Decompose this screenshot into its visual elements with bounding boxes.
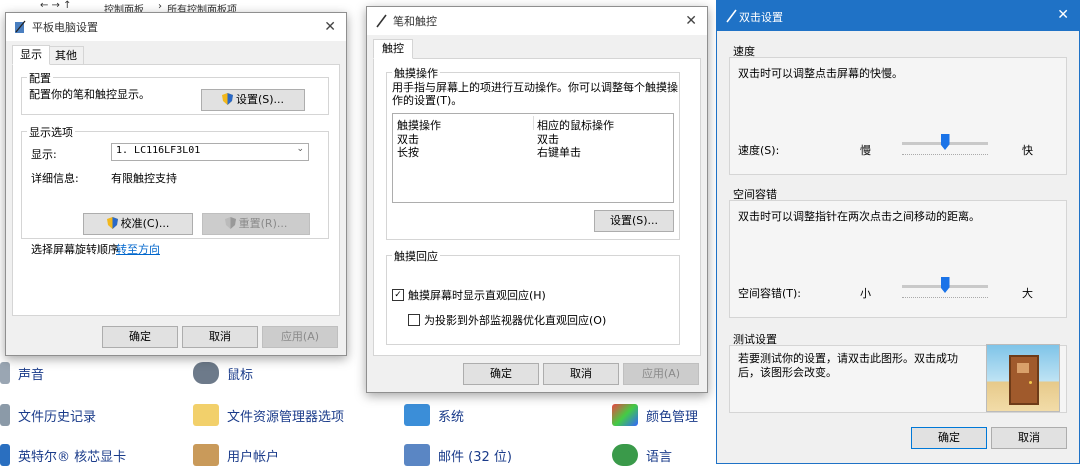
speed-slider[interactable]: [902, 130, 988, 158]
shield-icon: [106, 217, 118, 229]
display-options-label: 显示选项: [27, 124, 75, 140]
shield-icon: [221, 93, 233, 105]
pen-icon: [726, 9, 737, 23]
door-icon: [1009, 355, 1039, 405]
file-history-icon: [0, 404, 10, 426]
space-desc: 双击时可以调整指针在两次点击之间移动的距离。: [738, 210, 980, 223]
close-icon[interactable]: ✕: [1057, 7, 1069, 23]
cp-item-sound[interactable]: 声音: [0, 362, 44, 384]
dialog-title: 双击设置: [739, 11, 783, 24]
external-monitor-checkbox-row[interactable]: 为投影到外部监视器优化直观回应(O): [408, 312, 606, 328]
rotation-link[interactable]: 转至方向: [116, 241, 160, 257]
space-section: 双击时可以调整指针在两次点击之间移动的距离。 空间容错(T): 小 大: [729, 200, 1067, 318]
test-desc: 若要测试你的设置，请双击此图形。双击成功后，该图形会改变。: [738, 352, 958, 379]
dialog-title: 平板电脑设置: [32, 21, 98, 34]
cp-item-color-management[interactable]: 颜色管理: [612, 404, 698, 426]
display-select[interactable]: 1. LC116LF3L01 ⌄: [111, 143, 309, 161]
space-slider[interactable]: [902, 273, 988, 301]
visual-feedback-checkbox[interactable]: ✓: [392, 289, 404, 301]
color-management-icon: [612, 404, 638, 426]
shield-icon: [224, 217, 236, 229]
speed-slider-thumb[interactable]: [940, 134, 950, 150]
space-large-label: 大: [1022, 287, 1033, 300]
space-label: 空间容错(T):: [738, 287, 802, 300]
system-icon: [404, 404, 430, 426]
tablet-settings-dialog: 平板电脑设置 ✕ 显示 其他 配置 配置你的笔和触控显示。 设置(S)... 显…: [5, 12, 347, 356]
cancel-button[interactable]: 取消: [543, 363, 619, 385]
list-item-action[interactable]: 长按: [397, 144, 419, 160]
cp-item-system[interactable]: 系统: [404, 404, 464, 426]
touch-actions-list[interactable]: 触摸操作 相应的鼠标操作 双击 双击 长按 右键单击: [392, 113, 674, 203]
speed-slow-label: 慢: [860, 144, 871, 157]
ok-button[interactable]: 确定: [102, 326, 178, 348]
cp-item-mouse[interactable]: 鼠标: [193, 362, 253, 384]
rotation-text: 选择屏幕旋转顺序: [31, 243, 119, 256]
tab-other[interactable]: 其他: [48, 46, 84, 66]
cancel-button[interactable]: 取消: [182, 326, 258, 348]
pen-touch-dialog: 笔和触控 ✕ 触控 触摸操作 用手指与屏幕上的项进行互动操作。你可以调整每个触摸…: [366, 6, 708, 393]
detail-value: 有限触控支持: [111, 172, 177, 185]
list-item-mouse: 右键单击: [537, 146, 581, 159]
pen-title-bar[interactable]: 笔和触控 ✕: [367, 7, 707, 35]
touch-feedback-label: 触摸回应: [392, 248, 440, 264]
detail-label: 详细信息:: [31, 172, 79, 185]
speed-label: 速度(S):: [738, 144, 780, 157]
space-small-label: 小: [860, 287, 871, 300]
calibrate-button[interactable]: 校准(C)...: [83, 213, 193, 235]
touch-settings-button[interactable]: 设置(S)...: [594, 210, 674, 232]
display-tab-panel: 配置 配置你的笔和触控显示。 设置(S)... 显示选项 显示: 1. LC11…: [12, 64, 340, 316]
chevron-down-icon: ⌄: [296, 144, 304, 154]
close-icon[interactable]: ✕: [685, 13, 697, 29]
tab-display[interactable]: 显示: [12, 45, 50, 65]
mouse-icon: [193, 362, 219, 384]
settings-button[interactable]: 设置(S)...: [201, 89, 305, 111]
touch-tab-panel: 触摸操作 用手指与屏幕上的项进行互动操作。你可以调整每个触摸操作的设置(T)。 …: [373, 58, 701, 356]
display-label: 显示:: [31, 148, 57, 161]
cp-item-file-history[interactable]: 文件历史记录: [0, 404, 96, 426]
cp-item-explorer-options[interactable]: 文件资源管理器选项: [193, 404, 344, 426]
ok-button[interactable]: 确定: [911, 427, 987, 449]
pen-icon: [376, 14, 387, 28]
speed-desc: 双击时可以调整点击屏幕的快慢。: [738, 67, 903, 80]
speed-section: 双击时可以调整点击屏幕的快慢。 速度(S): 慢 快: [729, 57, 1067, 175]
ok-button[interactable]: 确定: [463, 363, 539, 385]
cancel-button[interactable]: 取消: [991, 427, 1067, 449]
close-icon[interactable]: ✕: [324, 19, 336, 35]
speaker-icon: [0, 362, 10, 384]
test-section: 若要测试你的设置，请双击此图形。双击成功后，该图形会改变。: [729, 344, 1067, 413]
apply-button[interactable]: 应用(A): [623, 363, 699, 385]
touch-actions-label: 触摸操作: [392, 65, 440, 81]
double-tap-dialog: 双击设置 ✕ 速度 双击时可以调整点击屏幕的快慢。 速度(S): 慢 快 空间容…: [716, 0, 1080, 464]
space-slider-thumb[interactable]: [940, 277, 950, 293]
apply-button[interactable]: 应用(A): [262, 326, 338, 348]
folder-options-icon: [193, 404, 219, 426]
test-door-picture[interactable]: [986, 344, 1060, 412]
display-select-value: 1. LC116LF3L01: [116, 145, 201, 156]
speed-fast-label: 快: [1022, 144, 1033, 157]
visual-feedback-checkbox-row[interactable]: ✓ 触摸屏幕时显示直观回应(H): [392, 287, 546, 303]
external-monitor-checkbox[interactable]: [408, 314, 420, 326]
touch-actions-desc: 用手指与屏幕上的项进行互动操作。你可以调整每个触摸操作的设置(T)。: [392, 81, 678, 107]
dbl-title-bar[interactable]: 双击设置 ✕: [717, 1, 1079, 31]
config-group-label: 配置: [27, 70, 53, 86]
config-description: 配置你的笔和触控显示。: [29, 88, 150, 101]
nav-arrows-icon[interactable]: ← → ↑: [40, 0, 72, 11]
tablet-pc-icon: [15, 20, 26, 33]
dialog-title: 笔和触控: [393, 15, 437, 28]
reset-button[interactable]: 重置(R)...: [202, 213, 310, 235]
tab-touch[interactable]: 触控: [373, 39, 413, 59]
tablet-title-bar[interactable]: 平板电脑设置 ✕: [6, 13, 346, 41]
